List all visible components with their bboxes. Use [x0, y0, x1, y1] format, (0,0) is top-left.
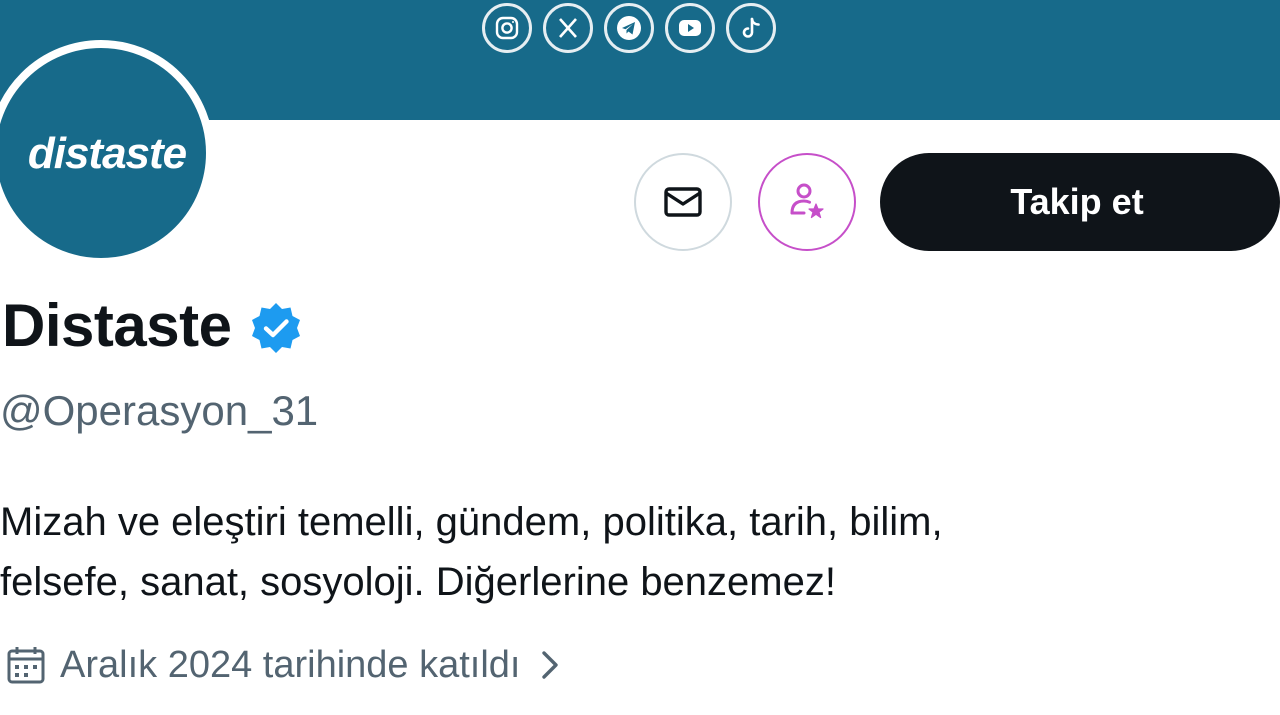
join-date[interactable]: Aralık 2024 tarihinde katıldı	[4, 643, 565, 687]
chevron-right-icon	[541, 651, 558, 679]
display-name: Distaste	[2, 292, 232, 359]
youtube-icon[interactable]	[665, 3, 715, 53]
user-handle: @Operasyon_31	[0, 387, 319, 434]
follow-button[interactable]: Takip et	[880, 153, 1280, 251]
profile-bio: Mizah ve eleştiri temelli, gündem, polit…	[0, 492, 1270, 612]
verified-badge-icon[interactable]	[249, 301, 303, 355]
x-icon[interactable]	[543, 3, 593, 53]
calendar-icon	[7, 647, 45, 684]
envelope-icon	[664, 187, 702, 217]
tiktok-icon[interactable]	[726, 3, 776, 53]
social-links	[482, 3, 776, 53]
instagram-icon[interactable]	[482, 3, 532, 53]
display-name-row: Distaste	[2, 296, 303, 356]
message-button[interactable]	[634, 153, 732, 251]
subscribe-button[interactable]	[758, 153, 856, 251]
telegram-icon[interactable]	[604, 3, 654, 53]
bio-line-1: Mizah ve eleştiri temelli, gündem, polit…	[0, 500, 943, 544]
join-date-text: Aralık 2024 tarihinde katıldı	[60, 643, 521, 686]
avatar-logo-text: distaste	[27, 129, 187, 178]
person-star-icon	[790, 183, 824, 219]
avatar[interactable]: distaste	[0, 40, 214, 266]
bio-line-2: felsefe, sanat, sosyoloji. Diğerlerine b…	[0, 560, 836, 604]
